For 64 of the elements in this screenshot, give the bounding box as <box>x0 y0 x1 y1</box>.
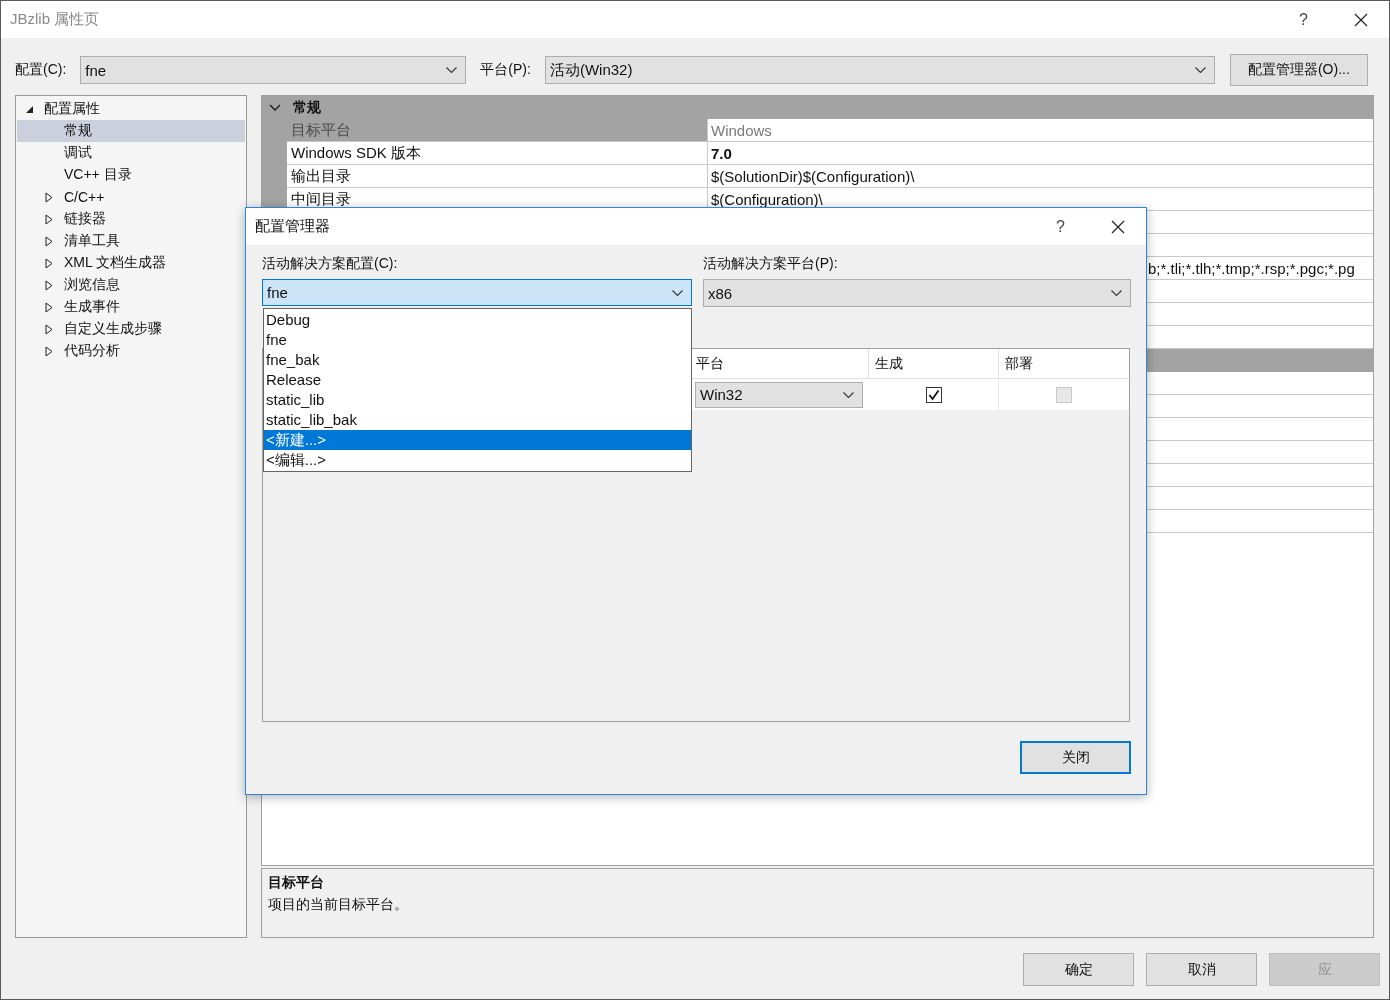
tree-item[interactable]: XML 文档生成器 <box>17 252 245 274</box>
property-value[interactable]: 7.0 <box>708 142 1373 165</box>
property-value[interactable]: $(SolutionDir)$(Configuration)\ <box>708 165 1373 188</box>
tree-item[interactable]: C/C++ <box>17 186 245 208</box>
dropdown-option[interactable]: static_lib <box>264 390 691 410</box>
tree-item[interactable]: 代码分析 <box>17 340 245 362</box>
column-header: 部署 <box>1004 353 1034 373</box>
field-label: 活动解决方案平台(P): <box>703 255 839 273</box>
column-header: 生成 <box>869 349 999 378</box>
dropdown-field[interactable]: Win32 <box>695 381 863 408</box>
field-label: 平台(P): <box>480 61 531 79</box>
dropdown-field[interactable]: fne <box>80 56 467 84</box>
close-button[interactable]: 关闭 <box>1020 741 1131 774</box>
dropdown-field[interactable]: 活动(Win32) <box>544 56 1215 84</box>
dropdown-option[interactable]: fne <box>264 330 691 350</box>
close-icon <box>1110 219 1125 234</box>
window-title: JBzlib 属性页 <box>10 10 100 29</box>
chevron-down-icon <box>672 289 683 296</box>
dropdown-option[interactable]: <新建...> <box>264 430 691 450</box>
config-manager-button[interactable]: 配置管理器(O)... <box>1229 54 1368 86</box>
tree-item[interactable]: 配置属性 <box>17 98 245 120</box>
tree-item[interactable]: 链接器 <box>17 208 245 230</box>
collapsed-triangle-icon <box>45 301 53 313</box>
property-name[interactable]: Windows SDK 版本 <box>287 142 708 165</box>
chevron-down-icon <box>446 67 458 73</box>
property-name[interactable]: 输出目录 <box>287 165 708 188</box>
tree-item[interactable]: 清单工具 <box>17 230 245 252</box>
chevron-down-icon <box>843 391 854 398</box>
field-label: 配置(C): <box>15 61 67 79</box>
description-title: 目标平台 <box>268 874 325 892</box>
description-text: 项目的当前目标平台。 <box>268 896 409 914</box>
chevron-down-icon <box>269 104 281 111</box>
dropdown-field[interactable]: fne <box>262 279 692 306</box>
dialog-button[interactable]: 确定 <box>1023 953 1134 986</box>
collapsed-triangle-icon <box>45 213 53 225</box>
dropdown-option[interactable]: fne_bak <box>264 350 691 370</box>
tree-item[interactable]: 浏览信息 <box>17 274 245 296</box>
dropdown-option[interactable]: <编辑...> <box>264 450 691 470</box>
tree-item[interactable]: 调试 <box>17 142 245 164</box>
tree-item[interactable]: 常规 <box>17 120 245 142</box>
field-label: 活动解决方案配置(C): <box>262 255 399 273</box>
dropdown-option[interactable]: static_lib_bak <box>264 410 691 430</box>
dialog-button[interactable]: 取消 <box>1146 953 1257 986</box>
collapsed-triangle-icon <box>45 191 53 203</box>
collapsed-triangle-icon <box>45 235 53 247</box>
tree-item[interactable]: 自定义生成步骤 <box>17 318 245 340</box>
collapsed-triangle-icon <box>45 345 53 357</box>
dropdown-option[interactable]: Release <box>264 370 691 390</box>
help-button[interactable]: ? <box>1032 208 1089 245</box>
collapsed-triangle-icon <box>45 257 53 269</box>
tree-item[interactable]: VC++ 目录 <box>17 164 245 186</box>
chevron-down-icon <box>1194 67 1206 73</box>
tree-item[interactable]: 生成事件 <box>17 296 245 318</box>
collapsed-triangle-icon <box>45 323 53 335</box>
expanded-triangle-icon <box>25 104 34 114</box>
checkbox[interactable] <box>925 386 942 403</box>
dropdown-field[interactable]: x86 <box>703 279 1131 307</box>
dialog-title: 配置管理器 <box>255 217 330 236</box>
close-icon <box>1353 12 1368 27</box>
chevron-down-icon <box>1111 290 1122 296</box>
dropdown-option[interactable]: Debug <box>264 310 691 330</box>
check-icon <box>927 388 940 401</box>
help-button[interactable]: ? <box>1275 1 1332 38</box>
collapsed-triangle-icon <box>45 279 53 291</box>
